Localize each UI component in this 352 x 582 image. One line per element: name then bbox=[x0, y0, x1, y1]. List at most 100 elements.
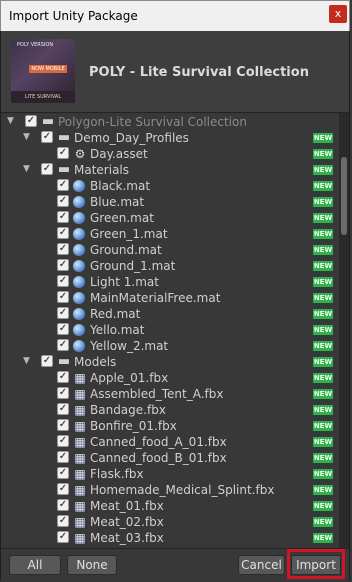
close-button[interactable]: x bbox=[329, 5, 347, 23]
file-row[interactable]: ✓ Ground.mat NEW bbox=[1, 242, 339, 258]
file-row[interactable]: ✓ ▦ Meat_02.fbx NEW bbox=[1, 514, 339, 530]
include-checkbox[interactable]: ✓ bbox=[57, 435, 69, 447]
file-row[interactable]: ✓ ▦ Assembled_Tent_A.fbx NEW bbox=[1, 386, 339, 402]
include-checkbox[interactable]: ✓ bbox=[57, 227, 69, 239]
item-label: Red.mat bbox=[90, 307, 141, 321]
material-icon bbox=[73, 292, 85, 304]
file-row[interactable]: ✓ ▦ Flask.fbx NEW bbox=[1, 466, 339, 482]
include-checkbox[interactable]: ✓ bbox=[41, 131, 53, 143]
cancel-button[interactable]: Cancel bbox=[238, 555, 285, 575]
folder-row[interactable]: ▼ ✓ ▬ Demo_Day_Profiles NEW bbox=[1, 130, 339, 146]
mesh-icon: ▦ bbox=[74, 387, 86, 401]
mesh-icon: ▦ bbox=[74, 467, 86, 481]
file-row[interactable]: ✓ ▦ Canned_food_B_01.fbx NEW bbox=[1, 450, 339, 466]
item-label: Yellow_2.mat bbox=[90, 339, 169, 353]
scrollbar-thumb[interactable] bbox=[341, 157, 347, 235]
expand-toggle-icon[interactable]: ▼ bbox=[23, 356, 33, 366]
folder-row[interactable]: ▼ ✓ ▬ Models NEW bbox=[1, 354, 339, 370]
file-row[interactable]: ✓ ⚙ Day.asset NEW bbox=[1, 146, 339, 162]
include-checkbox[interactable]: ✓ bbox=[57, 195, 69, 207]
new-badge: NEW bbox=[313, 149, 333, 159]
file-row[interactable]: ✓ ▦ Meat_03.fbx NEW bbox=[1, 530, 339, 546]
new-badge: NEW bbox=[313, 181, 333, 191]
include-checkbox[interactable]: ✓ bbox=[57, 515, 69, 527]
file-row[interactable]: ✓ Green_1.mat NEW bbox=[1, 226, 339, 242]
include-checkbox[interactable]: ✓ bbox=[57, 483, 69, 495]
package-name: POLY - Lite Survival Collection bbox=[89, 65, 309, 80]
asset-icon: ⚙ bbox=[74, 147, 86, 161]
new-badge: NEW bbox=[313, 261, 333, 271]
item-label: Yello.mat bbox=[90, 323, 145, 337]
include-checkbox[interactable]: ✓ bbox=[57, 499, 69, 511]
expand-toggle-icon[interactable]: ▼ bbox=[23, 164, 33, 174]
thumbnail-caption: LITE SURVIVAL COLLECTION bbox=[11, 91, 75, 103]
item-label: Models bbox=[74, 355, 117, 369]
file-row[interactable]: ✓ Blue.mat NEW bbox=[1, 194, 339, 210]
include-checkbox[interactable]: ✓ bbox=[57, 467, 69, 479]
file-row[interactable]: ✓ Yello.mat NEW bbox=[1, 322, 339, 338]
include-checkbox[interactable]: ✓ bbox=[57, 259, 69, 271]
include-checkbox[interactable]: ✓ bbox=[57, 451, 69, 463]
mesh-icon: ▦ bbox=[74, 499, 86, 513]
file-tree: ▼ ✓ ▬ Polygon-Lite Survival Collection ▼ ✓ ▬ De… bbox=[1, 113, 339, 548]
file-row[interactable]: ✓ MainMaterialFree.mat NEW bbox=[1, 290, 339, 306]
mesh-icon: ▦ bbox=[74, 483, 86, 497]
material-icon bbox=[73, 260, 85, 272]
include-checkbox[interactable]: ✓ bbox=[57, 179, 69, 191]
include-checkbox[interactable]: ✓ bbox=[57, 291, 69, 303]
file-row[interactable]: ✓ Green.mat NEW bbox=[1, 210, 339, 226]
mesh-icon: ▦ bbox=[74, 451, 86, 465]
select-all-button[interactable]: All bbox=[9, 555, 61, 575]
include-checkbox[interactable]: ✓ bbox=[57, 323, 69, 335]
new-badge: NEW bbox=[313, 357, 333, 367]
mesh-icon: ▦ bbox=[74, 515, 86, 529]
include-checkbox[interactable]: ✓ bbox=[57, 403, 69, 415]
file-row[interactable]: ✓ ▦ Bandage.fbx NEW bbox=[1, 402, 339, 418]
item-label: Black.mat bbox=[90, 179, 151, 193]
item-label: Green_1.mat bbox=[90, 227, 168, 241]
folder-row[interactable]: ▼ ✓ ▬ Materials NEW bbox=[1, 162, 339, 178]
include-checkbox[interactable]: ✓ bbox=[57, 387, 69, 399]
file-row[interactable]: ✓ Light 1.mat NEW bbox=[1, 274, 339, 290]
new-badge: NEW bbox=[313, 213, 333, 223]
tree-scrollbar[interactable] bbox=[339, 113, 349, 548]
new-badge: NEW bbox=[313, 501, 333, 511]
mesh-icon: ▦ bbox=[74, 531, 86, 545]
new-badge: NEW bbox=[313, 325, 333, 335]
file-row[interactable]: ✓ Black.mat NEW bbox=[1, 178, 339, 194]
expand-toggle-icon[interactable]: ▼ bbox=[7, 116, 17, 126]
item-label: Ground_1.mat bbox=[90, 259, 176, 273]
select-none-button[interactable]: None bbox=[67, 555, 117, 575]
include-checkbox[interactable]: ✓ bbox=[41, 355, 53, 367]
include-checkbox[interactable]: ✓ bbox=[57, 147, 69, 159]
include-checkbox[interactable]: ✓ bbox=[57, 211, 69, 223]
item-label: Apple_01.fbx bbox=[90, 371, 169, 385]
include-checkbox[interactable]: ✓ bbox=[57, 307, 69, 319]
expand-toggle-icon[interactable]: ▼ bbox=[23, 132, 33, 142]
include-checkbox[interactable]: ✓ bbox=[57, 419, 69, 431]
include-checkbox[interactable]: ✓ bbox=[57, 275, 69, 287]
file-row[interactable]: ✓ ▦ Apple_01.fbx NEW bbox=[1, 370, 339, 386]
new-badge: NEW bbox=[313, 341, 333, 351]
new-badge: NEW bbox=[313, 421, 333, 431]
file-row[interactable]: ✓ ▦ Meat_01.fbx NEW bbox=[1, 498, 339, 514]
file-row[interactable]: ✓ ▦ Canned_food_A_01.fbx NEW bbox=[1, 434, 339, 450]
file-row[interactable]: ✓ ▦ Bonfire_01.fbx NEW bbox=[1, 418, 339, 434]
new-badge: NEW bbox=[313, 245, 333, 255]
file-row[interactable]: ✓ Ground_1.mat NEW bbox=[1, 258, 339, 274]
new-badge: NEW bbox=[313, 437, 333, 447]
material-icon bbox=[73, 308, 85, 320]
include-checkbox[interactable]: ✓ bbox=[57, 531, 69, 543]
include-checkbox[interactable]: ✓ bbox=[57, 339, 69, 351]
include-checkbox[interactable]: ✓ bbox=[41, 163, 53, 175]
item-label: Canned_food_A_01.fbx bbox=[90, 435, 227, 449]
new-badge: NEW bbox=[313, 533, 333, 543]
file-row[interactable]: ✓ Yellow_2.mat NEW bbox=[1, 338, 339, 354]
include-checkbox[interactable]: ✓ bbox=[57, 371, 69, 383]
new-badge: NEW bbox=[313, 133, 333, 143]
include-checkbox[interactable]: ✓ bbox=[57, 243, 69, 255]
file-row[interactable]: ✓ Red.mat NEW bbox=[1, 306, 339, 322]
include-checkbox[interactable]: ✓ bbox=[25, 115, 37, 127]
file-row[interactable]: ✓ ▦ Homemade_Medical_Splint.fbx NEW bbox=[1, 482, 339, 498]
folder-row[interactable]: ▼ ✓ ▬ Polygon-Lite Survival Collection bbox=[1, 114, 339, 130]
